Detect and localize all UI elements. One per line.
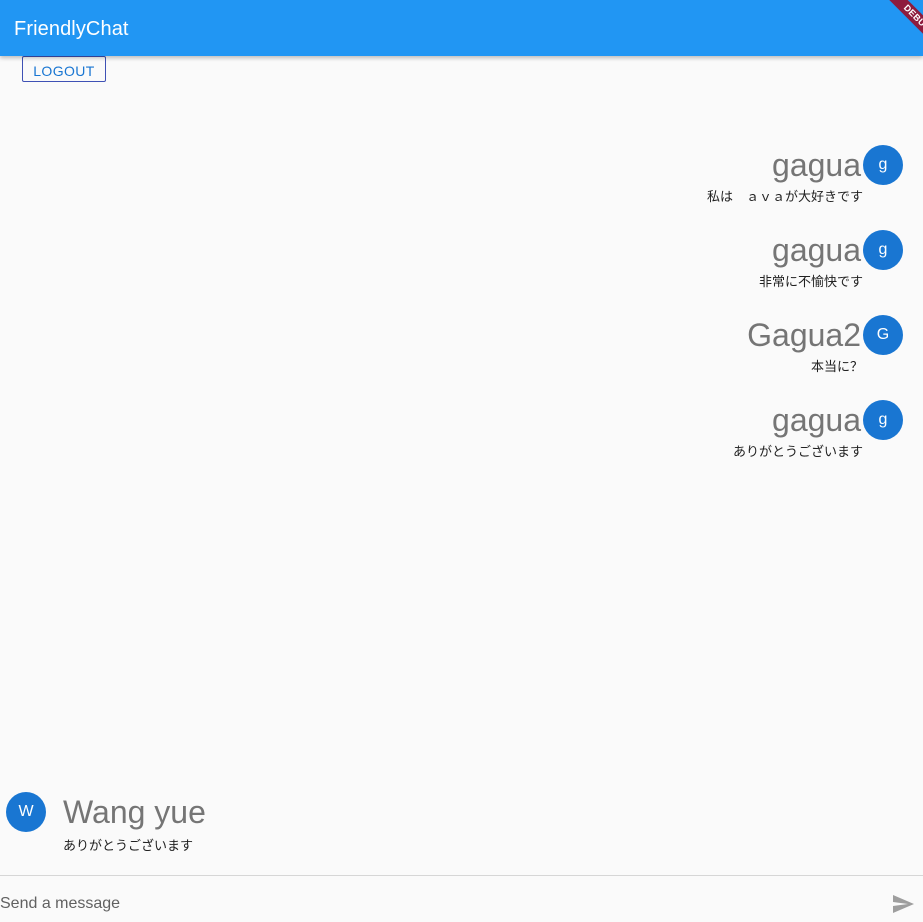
message-text: 私は ａｖａが大好きです [706, 190, 863, 205]
chat-message-incoming: W Wang yue ありがとうございます [6, 792, 506, 862]
message-text: 本当に？ [810, 360, 863, 375]
avatar: g [863, 145, 903, 185]
message-sender-name: Gagua2 [747, 317, 861, 353]
chat-message: gagua g 私は ａｖａが大好きです [403, 145, 903, 227]
composer-divider [0, 875, 923, 876]
message-text: 非常に不愉快です [758, 275, 863, 290]
message-sender-name: Wang yue [63, 794, 206, 830]
logout-button[interactable]: LOGOUT [22, 56, 106, 82]
debug-banner-label: DEBUG [878, 0, 923, 58]
message-input[interactable] [0, 892, 860, 916]
message-text: ありがとうございます [63, 839, 194, 854]
chat-message: gagua g 非常に不愉快です [403, 230, 903, 312]
chat-message: Gagua2 G 本当に？ [403, 315, 903, 397]
message-text: ありがとうございます [732, 445, 863, 460]
debug-banner: DEBUG [863, 0, 923, 60]
app-bar: FriendlyChat [0, 0, 923, 56]
message-sender-name: gagua [772, 147, 861, 183]
avatar: g [863, 230, 903, 270]
avatar: G [863, 315, 903, 355]
app-title: FriendlyChat [14, 18, 129, 40]
send-button[interactable] [890, 892, 916, 916]
send-icon [893, 895, 914, 913]
message-sender-name: gagua [772, 232, 861, 268]
avatar: W [6, 792, 46, 832]
chat-message: gagua g ありがとうございます [403, 400, 903, 482]
message-sender-name: gagua [772, 402, 861, 438]
avatar: g [863, 400, 903, 440]
